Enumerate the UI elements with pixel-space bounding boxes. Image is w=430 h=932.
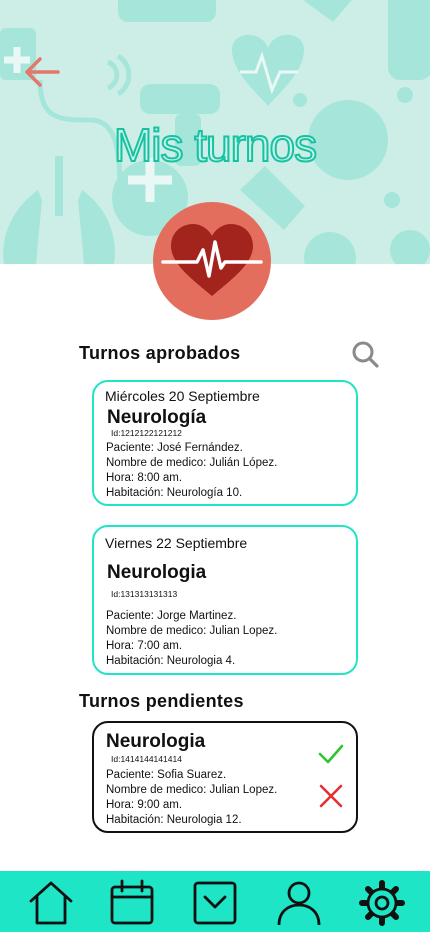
appointment-specialty: Neurologia (106, 731, 206, 752)
appointment-room: Habitación: Neurología 10. (106, 487, 243, 499)
appointment-room: Habitación: Neurologia 12. (106, 814, 242, 826)
appointment-id: Id:1212122121212 (111, 428, 182, 438)
check-icon[interactable] (318, 741, 344, 767)
appointment-id: Id:131313131313 (111, 589, 178, 599)
close-icon[interactable] (318, 783, 344, 809)
approved-appointment-card[interactable]: Miércoles 20 Septiembre Neurología Id:12… (92, 380, 358, 506)
appointment-specialty: Neurología (107, 407, 207, 428)
approved-section-title: Turnos aprobados (79, 343, 241, 363)
appointment-specialty: Neurologia (107, 562, 207, 583)
patient-name: Paciente: Sofia Suarez. (106, 769, 227, 781)
heart-pulse-icon (161, 224, 263, 296)
doctor-name: Nombre de medico: Julian Lopez. (106, 625, 278, 637)
calendar-icon[interactable] (108, 879, 156, 927)
appointment-id: Id:1414144141414 (111, 754, 182, 764)
gear-icon[interactable] (358, 879, 406, 927)
appointment-time: Hora: 8:00 am. (106, 472, 183, 484)
appointment-room: Habitación: Neurologia 4. (106, 655, 236, 667)
page-title: Mis turnos (113, 118, 318, 172)
patient-name: Paciente: Jorge Martinez. (106, 610, 237, 622)
appointment-time: Hora: 7:00 am. (106, 640, 183, 652)
search-icon[interactable] (350, 339, 380, 369)
patient-name: Paciente: José Fernández. (106, 442, 243, 454)
home-icon[interactable] (27, 879, 75, 927)
pending-appointment-card[interactable]: Neurologia Id:1414144141414 Paciente: So… (92, 721, 358, 833)
pending-section-title: Turnos pendientes (79, 691, 244, 711)
appointment-date: Viernes 22 Septiembre (105, 535, 248, 551)
arrow-left-icon[interactable] (22, 54, 62, 90)
approved-appointment-card[interactable]: Viernes 22 Septiembre Neurologia Id:1313… (92, 525, 358, 675)
bottom-navigation (0, 871, 430, 932)
appointment-time: Hora: 9:00 am. (106, 799, 183, 811)
appointment-date: Miércoles 20 Septiembre (105, 388, 260, 404)
user-icon[interactable] (275, 879, 323, 927)
heart-logo (153, 202, 271, 320)
doctor-name: Nombre de medico: Julian Lopez. (106, 784, 278, 796)
checkbox-icon[interactable] (191, 879, 239, 927)
doctor-name: Nombre de medico: Julián López. (106, 457, 278, 469)
